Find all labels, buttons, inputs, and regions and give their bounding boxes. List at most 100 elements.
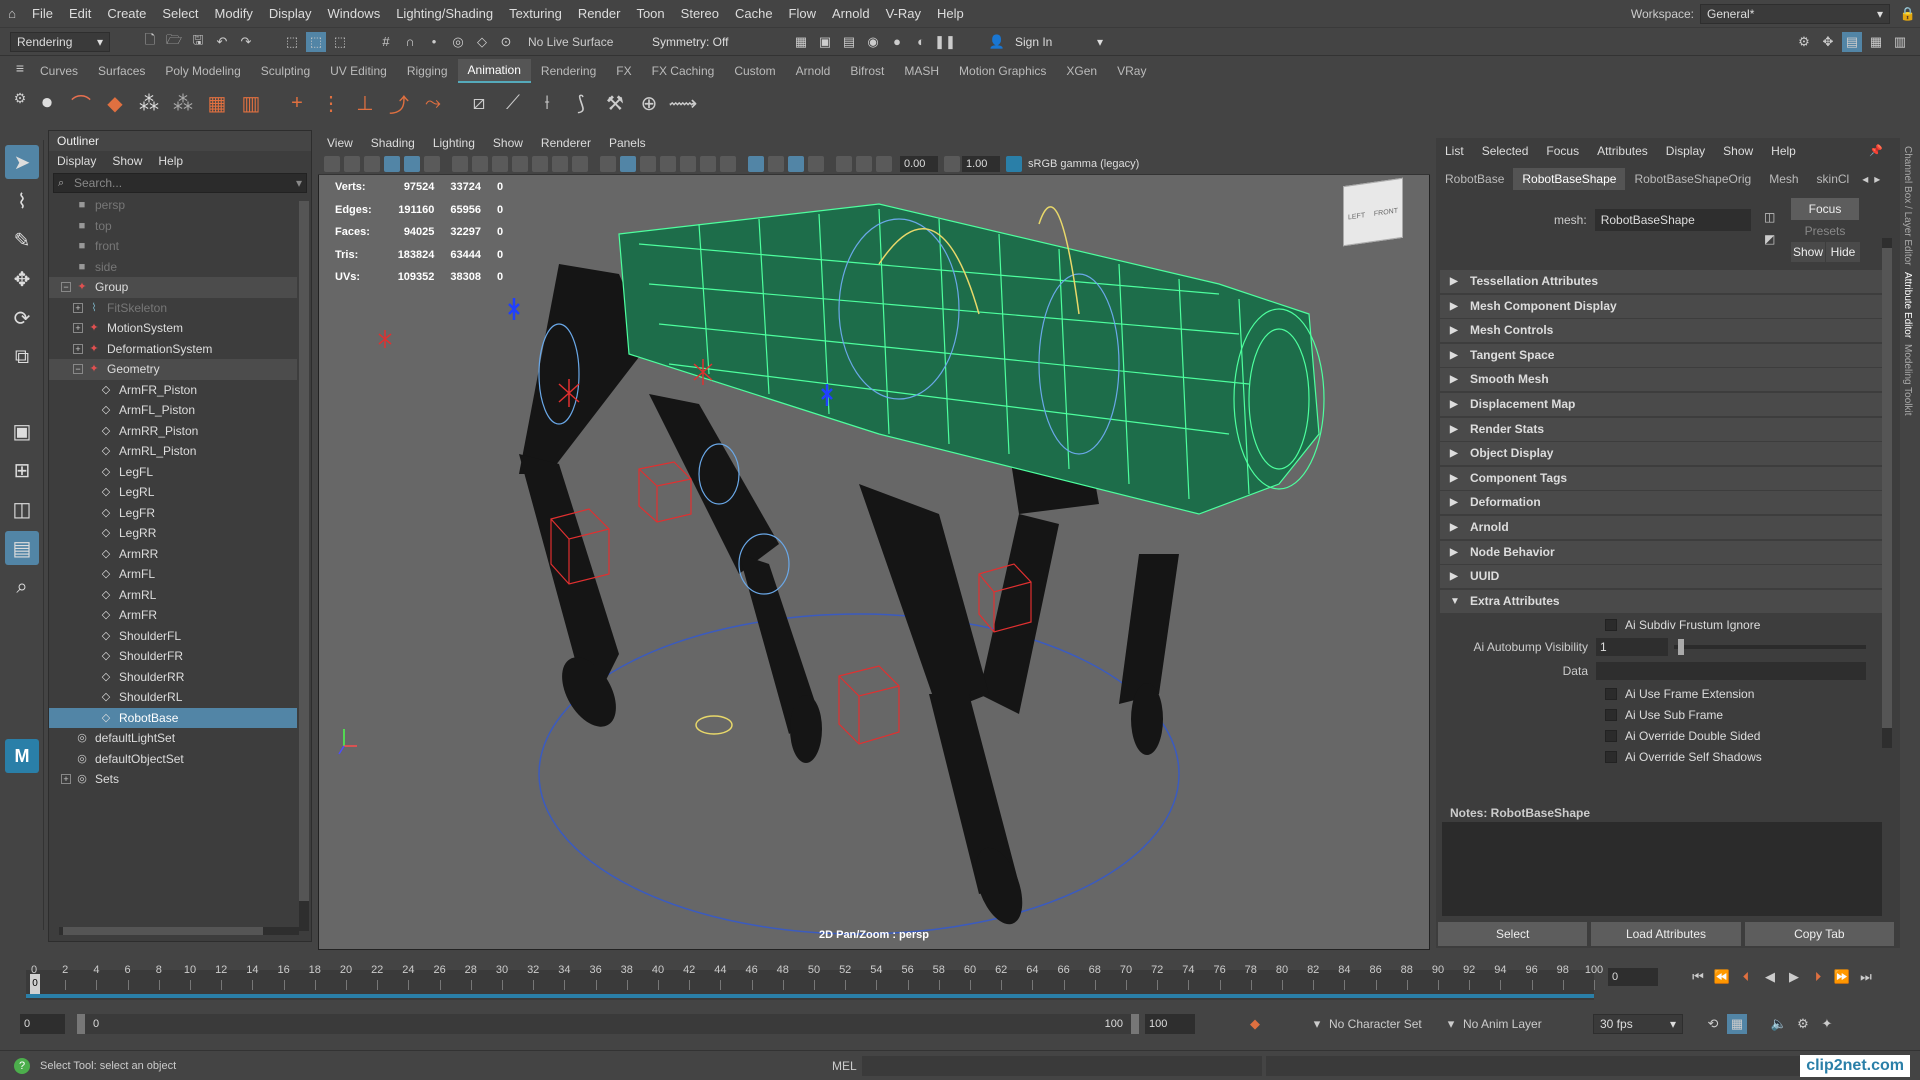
slider-thumb[interactable] [1677,639,1684,656]
ipr-render-icon[interactable]: ▤ [839,32,859,52]
constraint-icon[interactable]: ⟿ [669,90,698,116]
lock-icon[interactable]: 🔒 [1898,4,1918,24]
checkbox-box[interactable] [1605,708,1617,721]
anim-layer-dropdown[interactable]: No Anim Layer [1463,1017,1583,1031]
outliner-item[interactable]: ◇ ShoulderRR [49,667,297,688]
go-to-start-icon[interactable]: ⏮ [1688,967,1708,987]
outliner-item[interactable]: ■ front [49,236,297,257]
redo-icon[interactable]: ↷ [236,32,256,52]
ae-checkbox-row[interactable]: Ai Use Frame Extension [1440,683,1882,704]
shelf-tab-arnold[interactable]: Arnold [786,60,841,82]
ae-section-render-stats[interactable]: ▶ Render Stats [1440,417,1882,441]
pause-icon[interactable]: ❚❚ [934,32,956,52]
new-scene-icon[interactable]: 🗋 [140,32,160,52]
image-plane-icon[interactable] [384,155,400,172]
menu-file[interactable]: File [24,0,61,28]
autobump-field[interactable]: 1 [1596,638,1668,657]
character-controls-icon[interactable]: ✥ [1818,32,1838,52]
outliner-h-scrollbar[interactable] [59,927,299,935]
zoom-search-icon[interactable]: ⌕ [5,570,39,604]
live-surface-label[interactable]: No Live Surface [528,35,638,49]
safe-action-icon[interactable] [552,155,568,172]
cached-playback-icon[interactable]: ▦ [1727,1014,1747,1034]
outliner-item[interactable]: ◇ RobotBase [49,707,297,728]
mesh-name-field[interactable]: RobotBaseShape [1594,209,1751,231]
menu-arnold[interactable]: Arnold [824,0,878,28]
outliner-item[interactable]: ◇ LegRR [49,523,297,544]
menu-lightingshading[interactable]: Lighting/Shading [388,0,501,28]
shelf-tab-fx[interactable]: FX [606,60,641,82]
render-view-icon[interactable]: ▦ [791,32,811,52]
resolution-gate-icon[interactable] [492,155,508,172]
range-slider[interactable]: 0 100 [77,1014,1139,1034]
checkbox-box[interactable] [1605,618,1617,631]
modeling-toolkit-icon[interactable]: ⚙ [1794,32,1814,52]
update-node-icon[interactable]: ◩ [1764,232,1775,246]
ae-menu-selected[interactable]: Selected [1473,138,1538,164]
joint-tool-icon[interactable]: ⊥ [352,90,378,116]
notes-field[interactable] [1442,822,1882,916]
ae-section-smooth-mesh[interactable]: ▶ Smooth Mesh [1440,368,1882,392]
menu-stereo[interactable]: Stereo [673,0,727,28]
ae-checkbox-row[interactable]: Ai Override Self Shadows [1440,746,1882,767]
viewport-menu-renderer[interactable]: Renderer [532,133,600,153]
isolate-icon[interactable] [788,155,804,172]
snap-point-icon[interactable]: • [424,32,444,52]
turntable-icon[interactable]: ▥ [238,90,264,116]
viewport-menu-panels[interactable]: Panels [600,133,655,153]
outliner-menu-help[interactable]: Help [150,151,191,171]
bind-skin-icon[interactable]: ⧄ [466,90,492,116]
ae-button-copy-tab[interactable]: Copy Tab [1744,922,1894,946]
expand-toggle-icon[interactable]: + [73,302,83,313]
exposure-icon[interactable] [856,155,872,172]
ik-spline-icon[interactable]: ⤳ [420,90,446,116]
hypershade-icon[interactable]: ● [887,32,907,52]
unghost-icon[interactable]: ⁂ [170,90,196,116]
select-object-icon[interactable]: ⬚ [306,31,326,52]
smooth-shade-icon[interactable] [620,155,636,172]
paint-weights-icon[interactable]: ⟊ [534,90,560,116]
data-field[interactable] [1596,662,1866,681]
arnold-render-icon[interactable]: ◐ [911,32,931,52]
sound-icon[interactable]: 🔈 [1769,1014,1789,1034]
gate-mask-icon[interactable] [512,155,528,172]
outliner-item[interactable]: + ✦ DeformationSystem [49,339,297,360]
ae-tab-robotbaseshapeorig[interactable]: RobotBaseShapeOrig [1625,168,1760,190]
ae-tab-mesh[interactable]: Mesh [1760,168,1807,190]
outliner-layout-icon[interactable]: ▤ [5,531,39,565]
ae-tab-robotbase[interactable]: RobotBase [1436,168,1513,190]
ae-section-tangent-space[interactable]: ▶ Tangent Space [1440,343,1882,367]
snap-curve-icon[interactable]: ∩ [400,32,420,52]
shadows-icon[interactable] [700,155,716,172]
ae-section-component-tags[interactable]: ▶ Component Tags [1440,466,1882,490]
four-pane-icon[interactable]: ⊞ [5,453,39,487]
ae-section-tessellation-attributes[interactable]: ▶ Tessellation Attributes [1440,270,1882,293]
workspace-dropdown[interactable]: General* ▾ [1700,3,1890,24]
menu-display[interactable]: Display [261,0,320,28]
menu-windows[interactable]: Windows [319,0,388,28]
outliner-item[interactable]: − ✦ Group [49,277,297,298]
pin-icon[interactable]: 📌 [1860,138,1892,164]
render-settings-icon[interactable]: ◉ [863,32,883,52]
move-tool-icon[interactable]: ✥ [5,262,39,296]
expand-toggle-icon[interactable]: − [61,282,71,293]
viewport-menu-show[interactable]: Show [484,133,532,153]
expand-toggle-icon[interactable]: + [61,774,71,785]
expand-toggle-icon[interactable]: + [73,323,83,334]
ae-section-object-display[interactable]: ▶ Object Display [1440,442,1882,466]
tool-settings-icon[interactable]: ▦ [1866,32,1886,52]
keyframe-icon[interactable]: ◆ [102,90,128,116]
hide-button[interactable]: Hide [1826,242,1860,262]
save-scene-icon[interactable]: 🖫 [188,32,208,52]
ae-tab-skincl[interactable]: skinCl [1808,168,1859,190]
autobump-slider[interactable] [1674,639,1866,656]
step-back-frame-icon[interactable]: ⏴ [1736,967,1756,987]
two-pane-icon[interactable]: ◫ [5,492,39,526]
menu-help[interactable]: Help [929,0,972,28]
textured-icon[interactable] [660,155,676,172]
outliner-item[interactable]: ◇ ArmRL [49,585,297,606]
outliner-item[interactable]: ◇ ArmRL_Piston [49,441,297,462]
ao-icon[interactable] [720,155,736,172]
ik-handle-icon[interactable]: ⤴ [386,90,412,117]
ae-menu-display[interactable]: Display [1657,138,1714,164]
